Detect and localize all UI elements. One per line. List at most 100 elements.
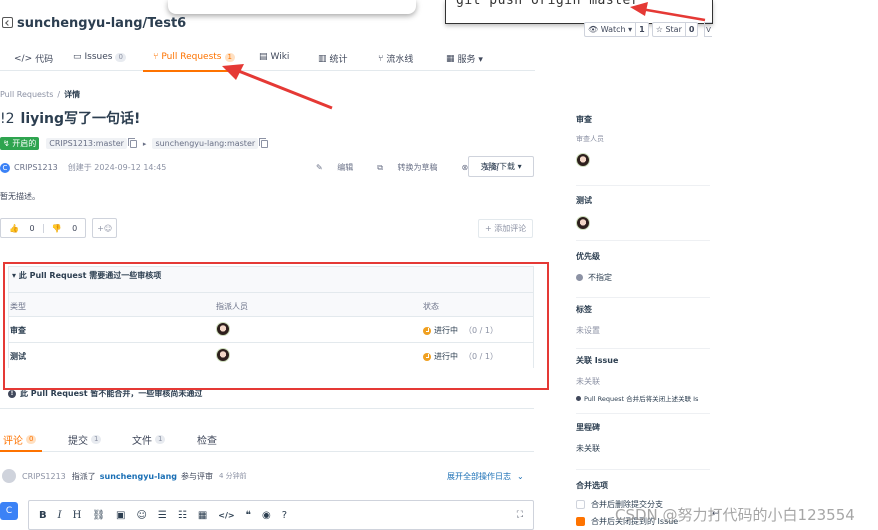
- sidebar-priority: 优先级 不指定: [576, 252, 612, 282]
- draft-icon: ⧉: [377, 162, 383, 172]
- star-button[interactable]: ☆ Star 0: [651, 22, 699, 37]
- sidebar-review: 审查 审查人员: [576, 114, 604, 167]
- pipeline-icon: ⑂: [378, 53, 384, 64]
- avatar[interactable]: [576, 216, 590, 230]
- copy-icon[interactable]: [259, 137, 269, 148]
- divider: [576, 348, 710, 349]
- star-icon: ☆: [655, 25, 663, 34]
- fullscreen-icon[interactable]: ⛶: [517, 510, 523, 520]
- link-icon[interactable]: ⛓: [92, 510, 105, 521]
- copy-icon[interactable]: [127, 137, 137, 148]
- fork-button-partial[interactable]: V: [704, 22, 712, 37]
- tab-commits[interactable]: 提交 1: [68, 432, 102, 447]
- add-emoji-button[interactable]: +☺: [92, 218, 118, 238]
- thumbs-up-button[interactable]: 👍 0: [1, 224, 43, 233]
- add-comment-button[interactable]: + 添加评论: [478, 219, 534, 238]
- numbered-list-icon[interactable]: ☷: [178, 510, 187, 521]
- repo-nav: </> 代码 ▭ Issues 0 ⑂ Pull Requests 1 ▤ Wiki ▥ 统计…: [0, 48, 535, 71]
- command-text: git push origin master: [456, 0, 640, 8]
- divider: [576, 413, 710, 414]
- heading-icon[interactable]: H: [73, 510, 82, 521]
- command-popup: git push origin master: [445, 0, 713, 24]
- target-branch[interactable]: sunchengyu-lang:master: [152, 138, 259, 149]
- code-icon[interactable]: </>: [218, 511, 234, 520]
- editor-toolbar: B I H ⛓ ▣ ☺ ☰ ☷ ▦ </> ❝ ◉ ?: [39, 510, 298, 521]
- nav-issues[interactable]: ▭ Issues 0: [73, 52, 126, 62]
- chevron-down-icon: ⌄: [517, 472, 524, 481]
- italic-icon[interactable]: I: [58, 510, 62, 521]
- annotation-arrow-line: [235, 68, 333, 110]
- divider: [576, 240, 710, 241]
- author-name[interactable]: CRIPS1213: [14, 163, 58, 172]
- image-icon[interactable]: ▣: [116, 510, 125, 521]
- avatar[interactable]: C: [0, 502, 18, 520]
- avatar[interactable]: [576, 153, 590, 167]
- nav-code[interactable]: </> 代码: [14, 52, 53, 66]
- thumbs-down-icon: 👎: [51, 223, 62, 233]
- nav-pull-requests[interactable]: ⑂ Pull Requests 1: [153, 52, 235, 62]
- code-icon: </>: [14, 53, 33, 64]
- wiki-icon: ▤: [259, 52, 268, 62]
- breadcrumb: Pull Requests / 详情: [0, 90, 81, 99]
- tooltip-popup: [168, 0, 416, 14]
- close-issue-checkbox[interactable]: [576, 517, 585, 526]
- sidebar-test: 测试: [576, 195, 592, 230]
- convert-draft-button[interactable]: ⧉ 转换为草稿: [377, 162, 449, 173]
- avatar[interactable]: [2, 469, 16, 483]
- thumbs-up-icon: 👍: [9, 223, 19, 233]
- breadcrumb-current: 详情: [64, 90, 81, 99]
- nav-pipeline[interactable]: ⑂ 流水线: [378, 52, 413, 66]
- bold-icon[interactable]: B: [39, 510, 47, 521]
- preview-icon[interactable]: ◉: [262, 510, 271, 521]
- divider: [0, 451, 534, 452]
- annotation-highlight-box: [3, 262, 549, 390]
- info-icon: [576, 395, 581, 401]
- repo-title[interactable]: sunchengyu-lang/Test6: [2, 16, 186, 31]
- expand-log-link[interactable]: 展开全部操作日志 ⌄: [447, 471, 524, 482]
- nav-stats[interactable]: ▥ 统计: [318, 52, 348, 66]
- tab-checks[interactable]: 检查: [197, 432, 217, 447]
- nav-wiki[interactable]: ▤ Wiki: [259, 52, 289, 62]
- info-icon: !: [8, 389, 16, 398]
- nav-services[interactable]: ▦ 服务 ▾: [446, 52, 483, 66]
- source-branch[interactable]: CRIPS1213:master: [46, 138, 127, 149]
- page-title: !2 liying写了一句话!: [0, 111, 141, 127]
- sidebar-milestone: 里程碑 未关联: [576, 423, 600, 453]
- divider: [576, 469, 710, 470]
- thumbs-down-button[interactable]: 👎 0: [42, 223, 86, 233]
- avatar[interactable]: C: [0, 162, 10, 173]
- tab-active-indicator: [0, 450, 42, 452]
- watch-count: 1: [635, 23, 648, 36]
- quote-icon[interactable]: ❝: [246, 510, 251, 521]
- pr-description: 暂无描述。: [0, 192, 40, 201]
- activity-item: CRIPS1213 指派了 sunchengyu-lang 参与评审 4 分钟前: [2, 469, 247, 483]
- vote-box: 👍 0 👎 0: [0, 218, 87, 238]
- eye-icon: 👁: [588, 25, 599, 34]
- help-icon[interactable]: ?: [282, 510, 287, 521]
- tab-files[interactable]: 文件 1: [132, 432, 166, 447]
- star-count: 0: [684, 23, 698, 36]
- breadcrumb-parent[interactable]: Pull Requests: [0, 90, 53, 99]
- stats-icon: ▥: [318, 53, 327, 64]
- repo-actions: 👁 Watch ▾ 1 ☆ Star 0: [584, 22, 701, 37]
- emoji-icon[interactable]: ☺: [136, 510, 146, 521]
- branch-row: ↯ 开启的 CRIPS1213:master ▸ sunchengyu-lang…: [0, 137, 269, 150]
- pr-number: !2: [0, 111, 15, 127]
- clone-download-button[interactable]: 克隆/下载 ▾: [468, 156, 534, 177]
- divider: [0, 408, 534, 409]
- tab-comments[interactable]: 评论 0: [3, 432, 37, 447]
- comment-editor[interactable]: B I H ⛓ ▣ ☺ ☰ ☷ ▦ </> ❝ ◉ ? ⛶: [28, 500, 534, 530]
- edit-button[interactable]: ✎ 编辑: [316, 162, 365, 173]
- edit-icon: ✎: [316, 163, 323, 172]
- pr-meta: C CRIPS1213 创建于 2024-09-12 14:45: [0, 162, 166, 173]
- pull-requests-count: 1: [224, 52, 235, 62]
- issues-icon: ▭: [73, 52, 82, 62]
- status-badge: ↯ 开启的: [0, 137, 40, 150]
- table-icon[interactable]: ▦: [198, 510, 207, 521]
- delete-branch-checkbox[interactable]: [576, 500, 585, 509]
- bullet-list-icon[interactable]: ☰: [158, 510, 167, 521]
- pull-request-icon: ⑂: [153, 52, 159, 62]
- created-time: 创建于 2024-09-12 14:45: [67, 163, 167, 172]
- watch-button[interactable]: 👁 Watch ▾ 1: [584, 22, 649, 37]
- nav-active-indicator: [143, 70, 238, 72]
